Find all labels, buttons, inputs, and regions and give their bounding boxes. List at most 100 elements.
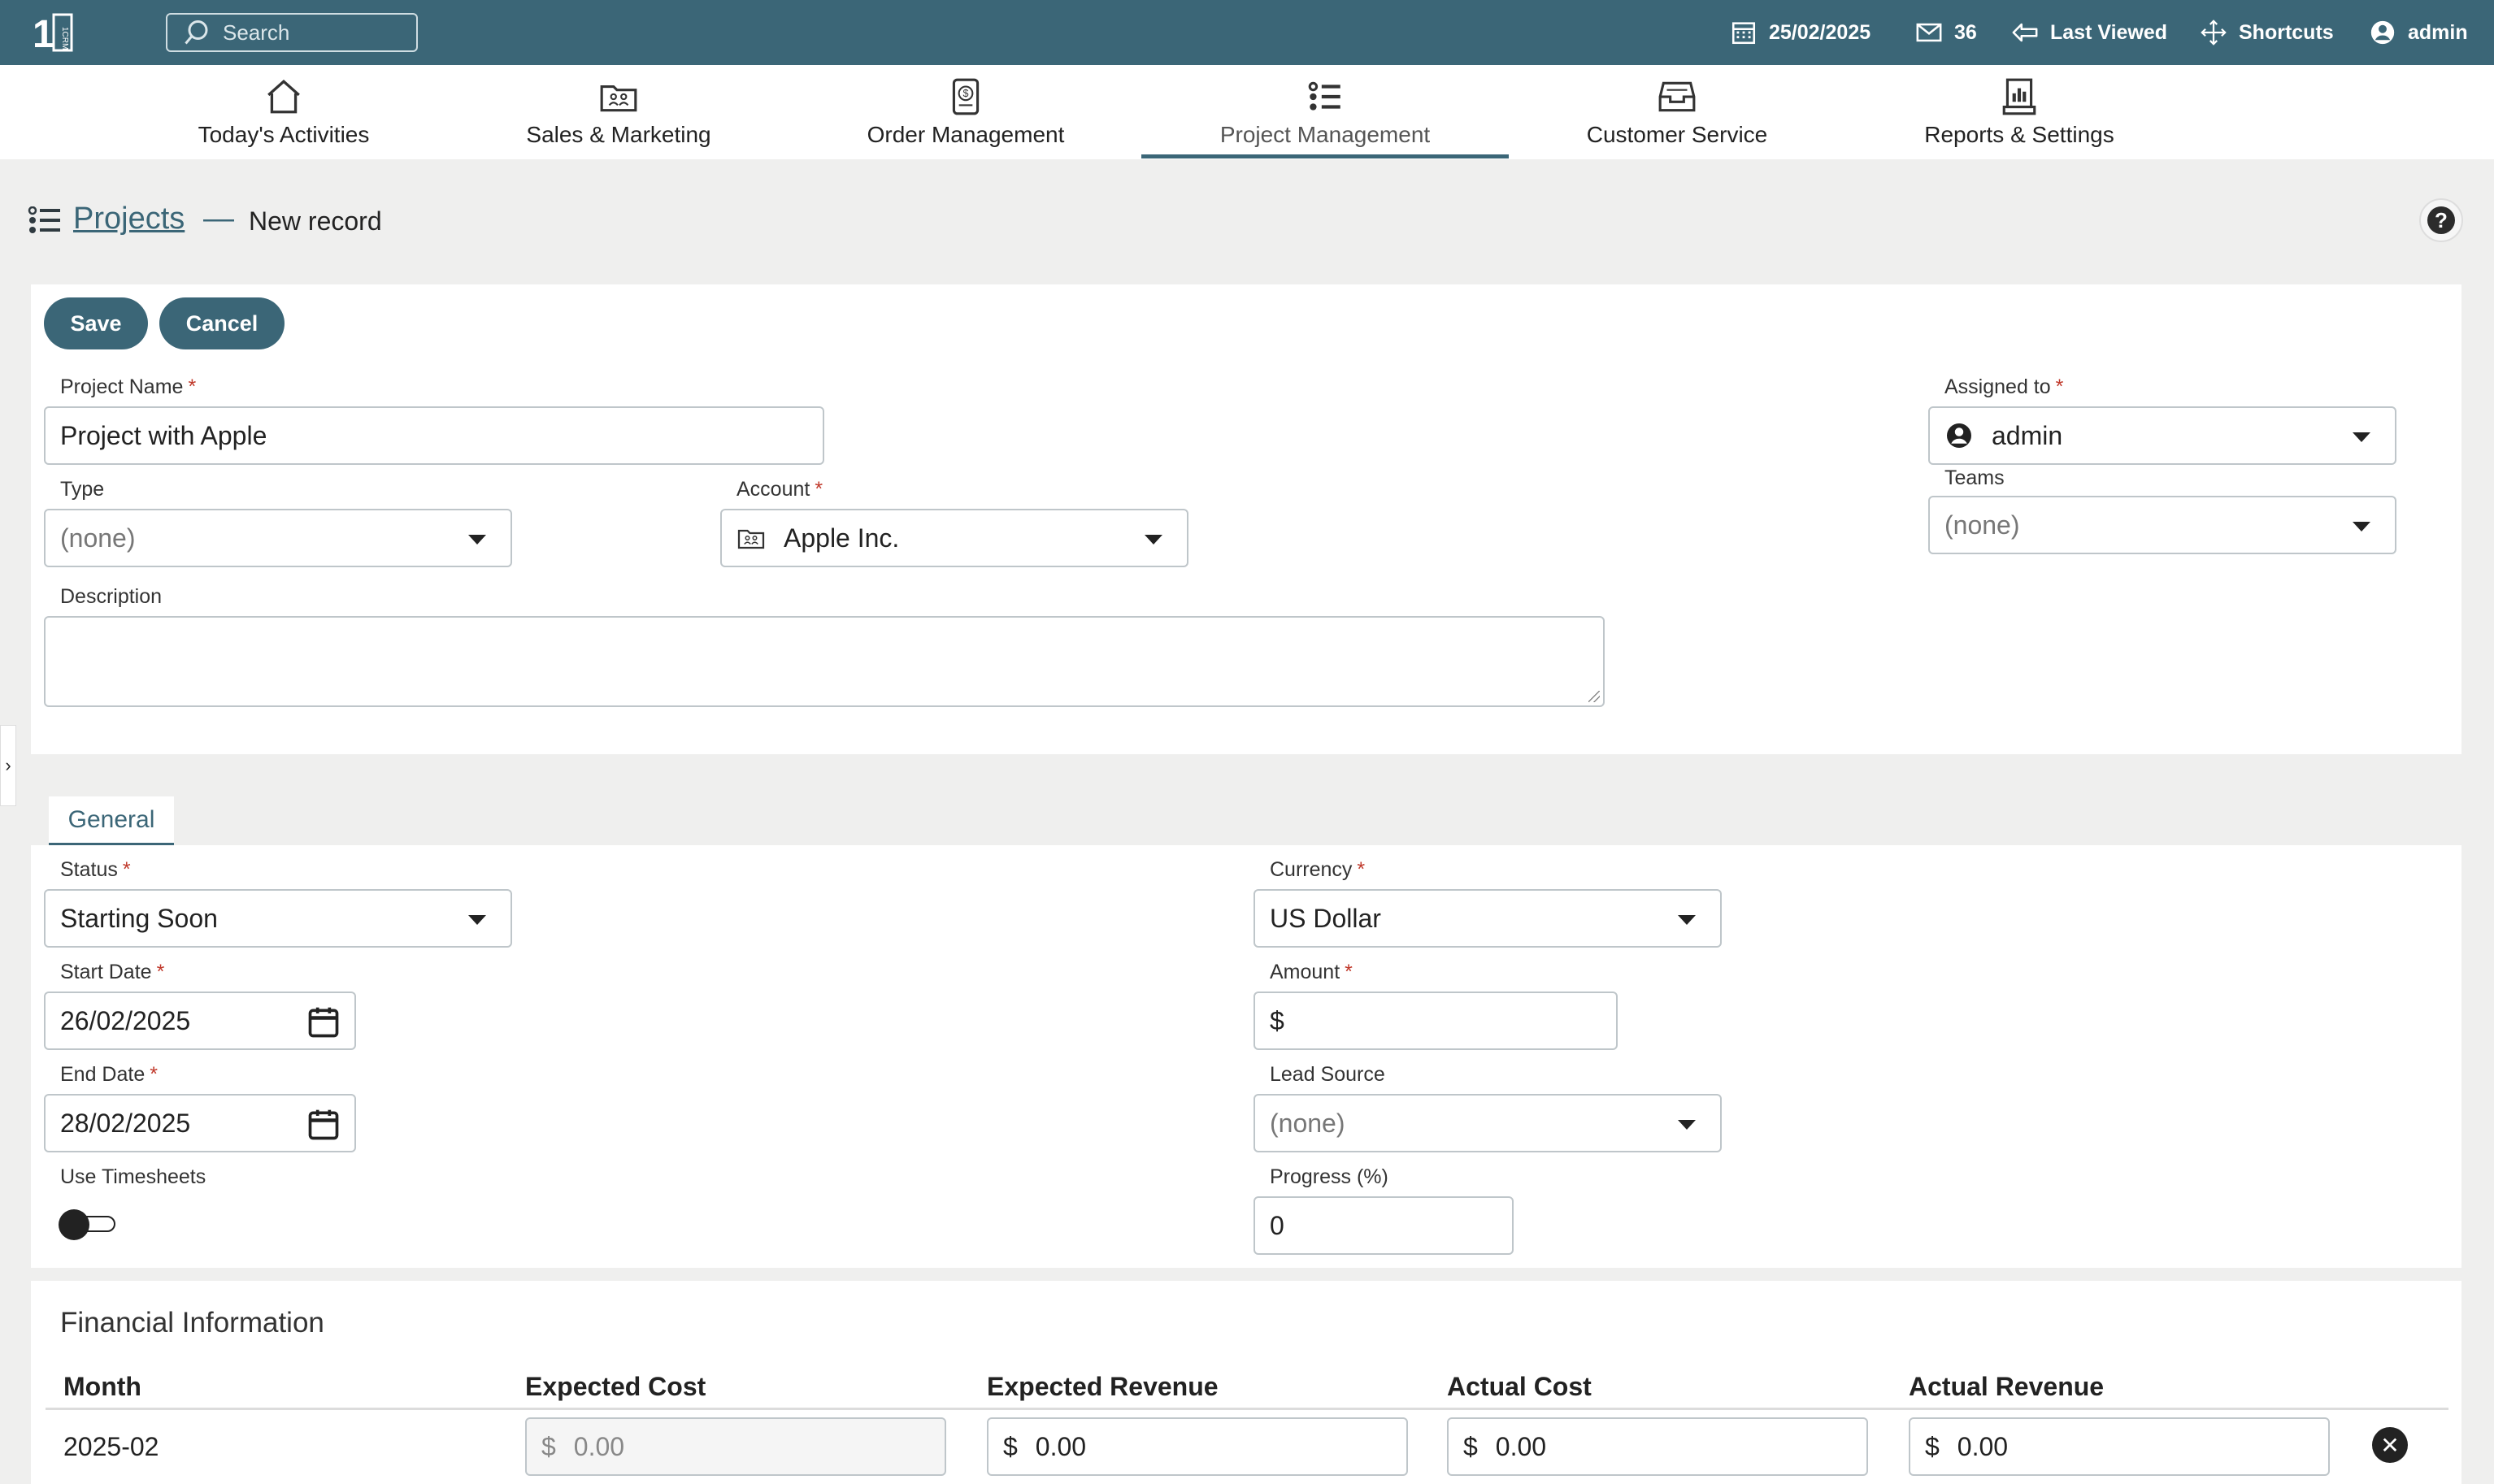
column-header-expected-revenue: Expected Revenue: [987, 1372, 1219, 1401]
currency-select[interactable]: US Dollar: [1254, 889, 1722, 948]
list-icon: [28, 206, 60, 233]
page-title: New record: [249, 206, 382, 236]
account-select[interactable]: Apple Inc.: [720, 509, 1188, 567]
use-timesheets-toggle[interactable]: [59, 1209, 119, 1240]
tab-reports-settings[interactable]: Reports & Settings: [1920, 65, 2118, 159]
shortcuts-label: Shortcuts: [2239, 20, 2334, 44]
expected-cost-input[interactable]: $0.00: [525, 1417, 946, 1476]
dollar-document-icon: $: [952, 78, 980, 115]
breadcrumb-projects-link[interactable]: Projects: [73, 202, 185, 236]
actual-cost-input[interactable]: $0.00: [1447, 1417, 1868, 1476]
required-marker: *: [2055, 375, 2064, 398]
lead-source-label: Lead Source: [1270, 1063, 1385, 1086]
active-tab-indicator: [1141, 154, 1509, 158]
list-icon: [1308, 81, 1340, 111]
app-logo[interactable]: 1 1CRM: [33, 10, 78, 56]
svg-text:$: $: [962, 88, 968, 99]
svg-text:1: 1: [33, 13, 54, 55]
save-button[interactable]: Save: [44, 297, 148, 349]
move-arrows-icon: [2201, 20, 2227, 46]
calendar-date[interactable]: 25/02/2025: [1730, 0, 1870, 65]
calendar-icon[interactable]: [306, 1107, 341, 1143]
tab-label: Project Management: [1219, 122, 1431, 147]
actual-revenue-input[interactable]: $0.00: [1909, 1417, 2330, 1476]
tab-todays-activities[interactable]: Today's Activities: [189, 65, 379, 159]
chevron-down-icon: [1678, 915, 1696, 925]
column-header-month: Month: [63, 1372, 141, 1401]
mail-count: 36: [1954, 20, 1977, 44]
account-building-icon: [737, 529, 765, 549]
tab-project-management[interactable]: Project Management: [1214, 65, 1436, 159]
toggle-knob: [59, 1209, 89, 1240]
description-label: Description: [60, 585, 163, 608]
status-label: Status *: [60, 858, 131, 881]
search-icon: [185, 20, 208, 45]
user-menu[interactable]: admin: [2369, 0, 2468, 65]
sidebar-expand-handle[interactable]: ›: [0, 725, 16, 806]
required-marker: *: [188, 375, 197, 398]
required-marker: *: [1345, 961, 1353, 983]
house-icon: [267, 80, 300, 114]
svg-text:1CRM: 1CRM: [60, 27, 69, 50]
required-marker: *: [815, 478, 823, 501]
last-viewed-button[interactable]: Last Viewed: [2011, 0, 2167, 65]
resize-handle-icon[interactable]: [1588, 691, 1600, 702]
lead-source-select[interactable]: (none): [1254, 1094, 1722, 1152]
module-nav: Today's Activities Sales & Marketing $ O…: [0, 65, 2494, 159]
tab-customer-service[interactable]: Customer Service: [1582, 65, 1772, 159]
cancel-button[interactable]: Cancel: [159, 297, 285, 349]
chevron-down-icon: [2353, 432, 2370, 442]
start-date-input[interactable]: 26/02/2025: [44, 992, 356, 1050]
amount-label: Amount *: [1270, 961, 1353, 983]
chevron-down-icon: [1678, 1120, 1696, 1130]
expected-revenue-input[interactable]: $0.00: [987, 1417, 1408, 1476]
column-header-expected-cost: Expected Cost: [525, 1372, 706, 1401]
help-icon: ?: [2427, 206, 2455, 234]
tab-label: Today's Activities: [198, 122, 370, 147]
assigned-to-select[interactable]: admin: [1928, 406, 2396, 465]
project-name-input[interactable]: Project with Apple: [44, 406, 824, 465]
tab-label: Order Management: [867, 122, 1065, 147]
type-select[interactable]: (none): [44, 509, 512, 567]
chevron-right-icon: ›: [5, 755, 11, 775]
status-select[interactable]: Starting Soon: [44, 889, 512, 948]
required-marker: *: [1357, 858, 1366, 881]
tab-label: Reports & Settings: [1924, 122, 2114, 147]
back-arrow-icon: [2012, 23, 2038, 42]
use-timesheets-label: Use Timesheets: [60, 1165, 206, 1188]
report-icon: [2002, 78, 2036, 115]
chevron-down-icon: [468, 535, 486, 545]
row-month: 2025-02: [63, 1432, 159, 1461]
folder-people-icon: [600, 85, 637, 112]
currency-symbol: $: [1270, 1005, 1284, 1035]
tab-general[interactable]: General: [49, 796, 174, 845]
amount-input[interactable]: $: [1254, 992, 1618, 1050]
column-header-actual-cost: Actual Cost: [1447, 1372, 1592, 1401]
tab-order-management[interactable]: $ Order Management: [862, 65, 1070, 159]
end-date-label: End Date *: [60, 1063, 158, 1086]
mail-icon: [1916, 23, 1942, 42]
search-input[interactable]: Search: [166, 13, 418, 52]
breadcrumb-separator: —: [203, 202, 234, 236]
required-marker: *: [150, 1063, 158, 1086]
mail-button[interactable]: 36: [1915, 0, 1977, 65]
help-button[interactable]: ?: [2419, 198, 2463, 242]
logo-icon: 1 1CRM: [33, 13, 73, 56]
remove-row-button[interactable]: ✕: [2372, 1427, 2408, 1463]
calendar-icon[interactable]: [306, 1005, 341, 1040]
progress-input[interactable]: 0: [1254, 1196, 1514, 1255]
chevron-down-icon: [468, 915, 486, 925]
user-circle-icon: [1947, 423, 1971, 448]
teams-select[interactable]: (none): [1928, 496, 2396, 554]
tab-sales-marketing[interactable]: Sales & Marketing: [520, 65, 717, 159]
chevron-down-icon: [1145, 535, 1162, 545]
financial-section-title: Financial Information: [60, 1307, 324, 1339]
table-header-divider: [46, 1408, 2448, 1410]
description-textarea[interactable]: [44, 616, 1605, 707]
last-viewed-label: Last Viewed: [2050, 20, 2168, 44]
end-date-input[interactable]: 28/02/2025: [44, 1094, 356, 1152]
shortcuts-button[interactable]: Shortcuts: [2200, 0, 2334, 65]
project-name-label: Project Name *: [60, 375, 197, 398]
assigned-to-label: Assigned to *: [1944, 375, 2064, 398]
currency-label: Currency *: [1270, 858, 1366, 881]
